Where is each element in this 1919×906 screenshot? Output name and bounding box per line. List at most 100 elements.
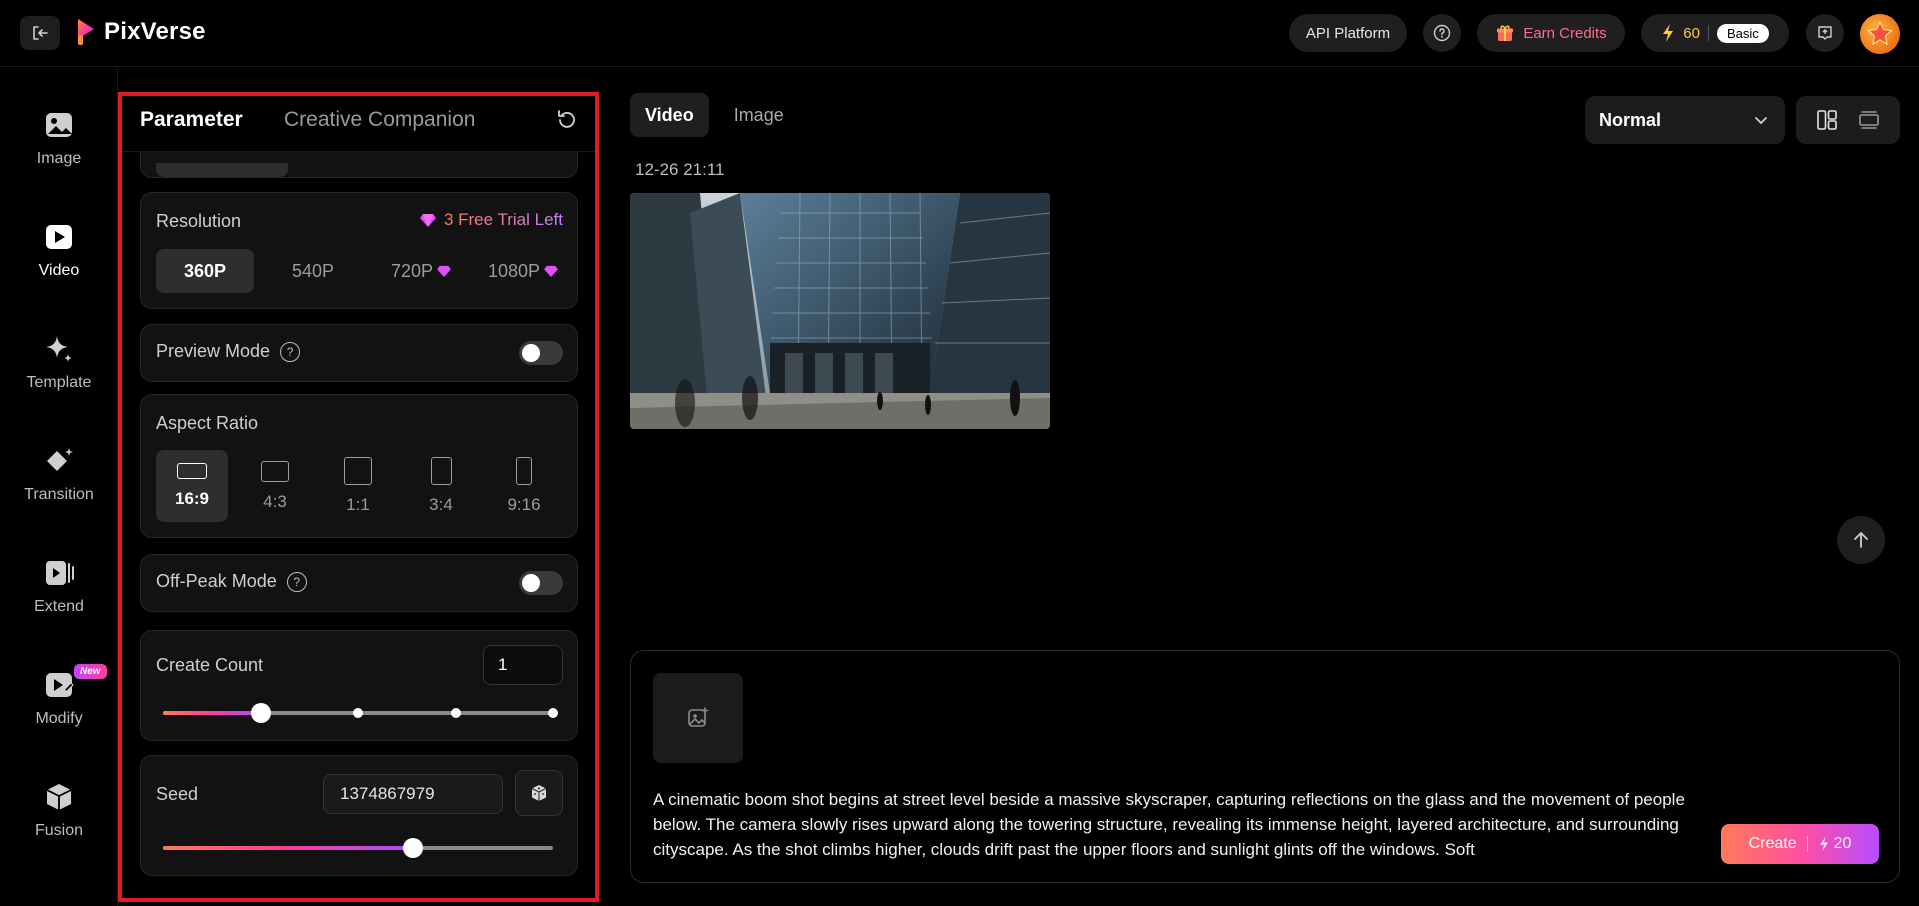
skyscraper-scene-image: [630, 193, 1050, 429]
create-label: Create: [1748, 835, 1797, 852]
main-tabs: Video Image: [630, 93, 799, 137]
gift-icon: [1497, 25, 1514, 41]
transition-icon: [42, 444, 76, 478]
resolution-option-1080p[interactable]: 1080P: [474, 249, 572, 293]
slider-step-dot[interactable]: [353, 708, 363, 718]
off-peak-mode-toggle[interactable]: [519, 571, 563, 595]
aspect-option-label: 16:9: [174, 489, 210, 508]
star-avatar-icon: [1867, 20, 1893, 46]
back-button[interactable]: [20, 16, 60, 50]
divider: [1806, 836, 1808, 852]
parameter-panel: Parameter Creative Companion Resolution …: [118, 92, 599, 902]
nav-item-image[interactable]: Image: [0, 108, 118, 198]
help-button[interactable]: [1423, 14, 1461, 52]
create-count-input[interactable]: 1: [483, 645, 563, 685]
chevron-down-icon: [1755, 117, 1767, 125]
tab-video[interactable]: Video: [630, 93, 709, 137]
model-option-partial[interactable]: [156, 163, 288, 177]
nav-item-fusion[interactable]: Fusion: [0, 780, 118, 870]
video-thumbnail[interactable]: [630, 193, 1050, 429]
tab-creative-companion[interactable]: Creative Companion: [284, 108, 475, 132]
aspect-option-9-16[interactable]: 9:16: [488, 450, 560, 522]
resolution-option-label: 720P: [390, 260, 434, 281]
off-peak-mode-card: Off-Peak Mode?: [140, 554, 578, 612]
free-trial-info: 3 Free Trial Left: [419, 210, 563, 230]
nav-item-label: Image: [36, 150, 82, 167]
off-peak-mode-label: Off-Peak Mode?: [156, 571, 307, 593]
app-logo[interactable]: PixVerse: [76, 17, 206, 47]
new-badge: New: [74, 664, 107, 679]
resolution-option-label: 360P: [183, 260, 227, 281]
resolution-option-540p[interactable]: 540P: [264, 249, 362, 293]
grid-view-icon[interactable]: [1815, 108, 1839, 132]
slider-knob[interactable]: [402, 838, 423, 858]
nav-item-transition[interactable]: Transition: [0, 444, 118, 534]
preview-mode-card: Preview Mode?: [140, 324, 578, 382]
aspect-option-16-9[interactable]: 16:9: [156, 450, 228, 522]
aspect-option-label: 4:3: [263, 491, 287, 511]
seed-input[interactable]: 1374867979: [323, 774, 503, 814]
divider: [1707, 25, 1709, 41]
top-bar: PixVerse API Platform Earn Credits 60 Ba…: [0, 0, 1919, 67]
modify-icon: [42, 668, 76, 702]
sparkle-icon: [42, 332, 76, 366]
ratio-shape-icon: [344, 457, 372, 485]
slider-step-dot[interactable]: [548, 708, 558, 718]
aspect-option-3-4[interactable]: 3:4: [405, 450, 477, 522]
nav-item-label: Template: [26, 374, 92, 391]
cube-icon: [42, 780, 76, 814]
aspect-option-label: 3:4: [429, 495, 453, 514]
resolution-option-360p[interactable]: 360P: [156, 249, 254, 293]
api-platform-button[interactable]: API Platform: [1289, 14, 1407, 52]
slider-step-dot[interactable]: [450, 708, 461, 718]
credits-button[interactable]: 60 Basic: [1641, 14, 1789, 52]
random-seed-button[interactable]: [515, 770, 563, 816]
nav-item-modify[interactable]: New Modify: [0, 664, 118, 758]
create-cost-value: 20: [1833, 835, 1852, 852]
ratio-shape-icon: [261, 460, 289, 482]
extend-icon: [42, 556, 76, 590]
seed-slider[interactable]: [163, 838, 553, 858]
create-button[interactable]: Create 20: [1721, 824, 1879, 864]
lightning-icon: [1663, 24, 1674, 42]
scroll-to-top-button[interactable]: [1837, 516, 1885, 564]
aspect-option-4-3[interactable]: 4:3: [239, 450, 311, 522]
off-peak-mode-text: Off-Peak Mode: [156, 571, 277, 591]
lightning-icon: [1819, 836, 1828, 852]
nav-item-video[interactable]: Video: [0, 220, 118, 310]
diamond-icon: [419, 214, 436, 227]
nav-item-label: Modify: [35, 710, 83, 727]
seed-card: Seed 1374867979: [140, 755, 578, 876]
tab-parameter[interactable]: Parameter: [140, 108, 243, 132]
upload-image-button[interactable]: [653, 673, 743, 763]
quality-dropdown[interactable]: Normal: [1585, 96, 1785, 144]
resolution-option-720p[interactable]: 720P: [372, 249, 470, 293]
view-mode-toggle: [1796, 96, 1900, 144]
diamond-icon: [437, 265, 451, 277]
preview-mode-toggle[interactable]: [519, 341, 563, 365]
list-view-icon[interactable]: [1857, 108, 1881, 132]
notifications-button[interactable]: [1806, 14, 1844, 52]
nav-item-label: Fusion: [34, 822, 84, 839]
exit-icon: [33, 26, 48, 40]
video-icon: [42, 220, 76, 254]
tab-image[interactable]: Image: [719, 93, 799, 137]
panel-tabs: Parameter Creative Companion: [122, 96, 595, 152]
plan-badge: Basic: [1716, 23, 1769, 43]
slider-knob[interactable]: [250, 703, 271, 723]
reset-icon[interactable]: [555, 108, 579, 132]
slider-fill: [163, 846, 413, 850]
question-icon[interactable]: ?: [280, 342, 301, 363]
earn-credits-button[interactable]: Earn Credits: [1477, 14, 1625, 52]
create-count-slider[interactable]: [163, 703, 558, 723]
preview-mode-text: Preview Mode: [156, 341, 271, 361]
avatar[interactable]: [1860, 14, 1900, 54]
aspect-option-1-1[interactable]: 1:1: [322, 450, 394, 522]
nav-item-template[interactable]: Template: [0, 332, 118, 422]
aspect-ratio-card: Aspect Ratio 16:9 4:3 1:1 3:4 9:16: [140, 394, 578, 538]
prompt-input[interactable]: A cinematic boom shot begins at street l…: [653, 787, 1713, 862]
nav-item-extend[interactable]: Extend: [0, 556, 118, 646]
ratio-shape-icon: [516, 457, 532, 485]
question-icon[interactable]: ?: [286, 572, 307, 593]
arrow-up-icon: [1854, 532, 1868, 548]
